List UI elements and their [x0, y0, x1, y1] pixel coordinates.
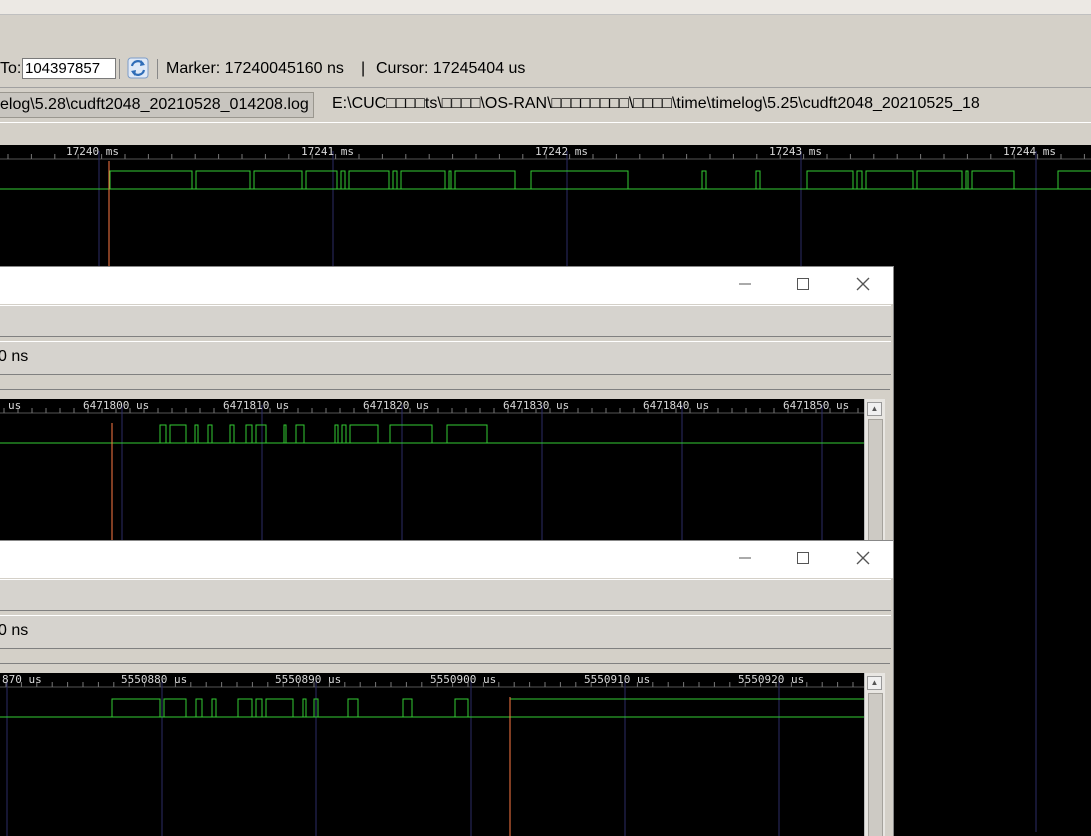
time-tick-label: us	[8, 399, 22, 412]
panel-separator	[0, 122, 1091, 146]
file-tab-active[interactable]: elog\5.28\cudft2048_20210528_014208.log	[0, 92, 314, 118]
cursor-readout: Cursor: 17245404 us	[376, 60, 526, 77]
refresh-button[interactable]	[127, 57, 149, 79]
toolbar-divider	[119, 59, 120, 79]
time-tick-label: 5550910 us	[584, 673, 651, 686]
maximize-button[interactable]	[793, 277, 813, 293]
window-2-toolbar	[0, 579, 891, 611]
scroll-up-icon[interactable]: ▲	[867, 676, 882, 690]
signal-trace	[0, 170, 1091, 190]
maximize-button-2[interactable]	[793, 551, 813, 567]
time-tick-label: 17243 ms	[769, 145, 822, 158]
readout-separator: |	[361, 60, 366, 77]
window-1-toolbar	[0, 305, 891, 337]
window-2-scrollbar[interactable]: ▲	[864, 673, 885, 836]
window-1-scrollbar[interactable]: ▲	[864, 399, 885, 557]
time-tick-label: 17242 ms	[535, 145, 588, 158]
window-1-waveform-panel[interactable]: us 6471800 us 6471810 us 6471820 us 6471830 …	[0, 399, 864, 557]
refresh-icon	[127, 57, 149, 79]
maximize-icon	[797, 552, 809, 564]
toolbar-divider-2	[157, 59, 158, 79]
file-tab-other[interactable]: E:\CUC□□□□ts\□□□□\OS-RAN\□□□□□□□□\□□□□\t…	[332, 92, 980, 116]
time-tick-label: 5550890 us	[275, 673, 342, 686]
window-1-titlebar[interactable]	[0, 267, 893, 304]
signal-trace	[0, 424, 864, 444]
maximize-icon	[797, 278, 809, 290]
minimize-button-2[interactable]	[735, 551, 755, 567]
scroll-up-icon[interactable]: ▲	[867, 402, 882, 416]
time-tick-label: 6471850 us	[783, 399, 850, 412]
to-time-input[interactable]	[22, 58, 116, 79]
window-1-statusbar: 0 ns	[0, 341, 891, 375]
close-icon	[856, 551, 870, 565]
file-tab-bar: elog\5.28\cudft2048_20210528_014208.log …	[0, 88, 1091, 122]
top-blank-strip	[0, 0, 1091, 14]
time-tick-label: 6471830 us	[503, 399, 570, 412]
close-icon	[856, 277, 870, 291]
to-label: To:	[0, 60, 22, 77]
time-tick-label: 17244 ms	[1003, 145, 1056, 158]
waveform-window-1: 0 ns us 6471800 us 6471810 us 6471820 us 647…	[0, 267, 893, 557]
time-tick-label: 6471810 us	[223, 399, 290, 412]
menu-strip	[0, 14, 1091, 48]
close-button[interactable]	[853, 277, 873, 293]
minimize-icon	[739, 283, 751, 285]
window-2-waveform	[0, 673, 864, 836]
time-tick-label: 5550920 us	[738, 673, 805, 686]
marker-readout: Marker: 17240045160 ns	[166, 60, 344, 77]
time-tick-label: 6471800 us	[83, 399, 150, 412]
time-tick-label: 5550900 us	[430, 673, 497, 686]
signal-trace	[0, 698, 864, 718]
close-button-2[interactable]	[853, 551, 873, 567]
time-tick-label: 5550880 us	[121, 673, 188, 686]
time-tick-label: 6471840 us	[643, 399, 710, 412]
time-tick-label: 17240 ms	[66, 145, 119, 158]
minimize-button[interactable]	[735, 277, 755, 293]
time-tick-label: 6471820 us	[363, 399, 430, 412]
window-2-titlebar[interactable]	[0, 541, 893, 578]
window-1-status-text: 0 ns	[0, 348, 29, 365]
time-tick-label: 17241 ms	[301, 145, 354, 158]
nav-toolbar: To: Marker: 17240045160 ns | Cursor: 172…	[0, 47, 1091, 88]
scroll-thumb[interactable]	[868, 419, 883, 557]
waveform-window-2: 0 ns 870 us 5550880 us 5550890 us 5550900 u…	[0, 541, 893, 836]
window-2-statusbar: 0 ns	[0, 615, 891, 649]
window-2-waveform-panel[interactable]: 870 us 5550880 us 5550890 us 5550900 us 5550…	[0, 673, 864, 836]
window-2-status-text: 0 ns	[0, 622, 29, 639]
window-1-waveform	[0, 399, 864, 557]
scroll-thumb-2[interactable]	[868, 693, 883, 836]
time-tick-label: 870 us	[2, 673, 42, 686]
minimize-icon	[739, 557, 751, 559]
